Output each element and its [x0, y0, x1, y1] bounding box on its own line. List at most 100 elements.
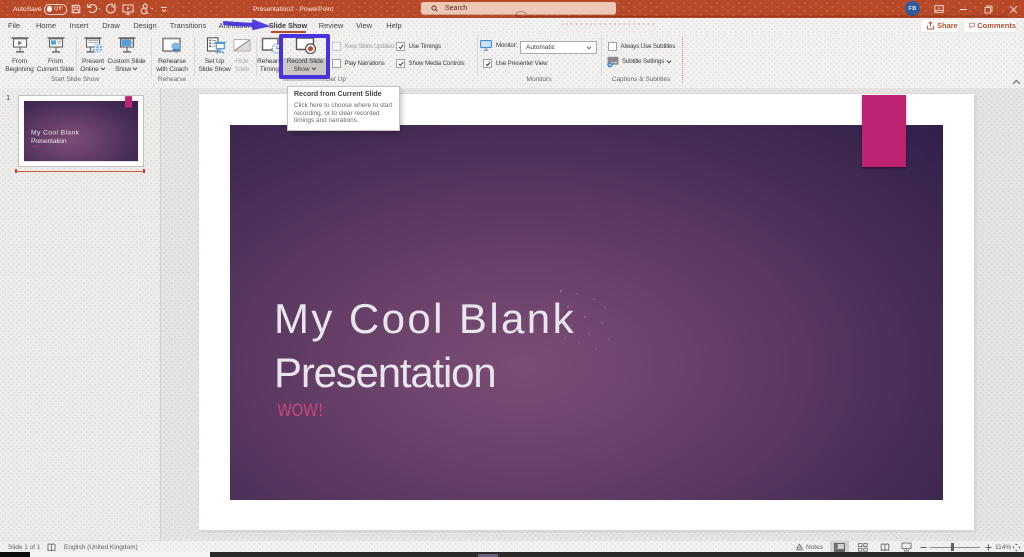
slideshow-icon	[122, 4, 134, 15]
checkbox-box	[396, 59, 405, 68]
notes-icon	[795, 543, 804, 551]
ghost-artifact-dots	[560, 22, 655, 26]
minimize-icon	[959, 5, 968, 14]
ribbon-separator	[477, 37, 478, 76]
slide-number: 1	[6, 93, 10, 102]
comments-button[interactable]: Comments	[964, 20, 1016, 32]
tab-view[interactable]: View	[356, 18, 372, 33]
chevron-down-icon	[586, 46, 592, 50]
share-button[interactable]: Share	[921, 20, 959, 32]
play-narrations-checkbox[interactable]: Play Narrations	[332, 59, 385, 68]
pen-quick-button[interactable]	[139, 0, 155, 18]
restore-button[interactable]	[977, 0, 999, 18]
fit-to-window-icon	[1012, 543, 1021, 552]
tab-draw[interactable]: Draw	[102, 18, 120, 33]
always-use-subtitles-checkbox[interactable]: Always Use Subtitles	[608, 42, 675, 51]
group-label-monitors: Monitors	[527, 76, 552, 86]
from-current-slide-icon	[43, 37, 69, 54]
workspace: 1 My Cool BlankPresentation WOW! My Cool…	[0, 88, 1024, 540]
slide-title-text[interactable]: My Cool BlankPresentation	[274, 292, 576, 399]
tab-file[interactable]: File	[8, 18, 20, 33]
ribbon-display-options-button[interactable]	[928, 0, 950, 18]
collapse-ribbon-button[interactable]	[1010, 77, 1022, 86]
slideshow-view-icon	[901, 542, 912, 552]
reading-view-icon	[880, 543, 890, 552]
monitor-dropdown[interactable]: Automatic	[520, 41, 597, 54]
undo-icon	[86, 3, 101, 15]
custom-slide-show-icon	[114, 37, 140, 54]
set-up-slide-show-icon	[202, 37, 228, 54]
slide-subtitle-text[interactable]: WOW!	[277, 401, 323, 420]
toggle-knob	[47, 6, 53, 12]
tab-insert[interactable]: Insert	[70, 18, 89, 33]
ribbon-separator	[256, 37, 257, 76]
ribbon-tab-bar: File Home Insert Draw Design Transitions…	[0, 18, 1024, 34]
autosave-text: AutoSave	[13, 6, 42, 13]
ribbon-display-options-icon	[934, 4, 944, 14]
slideshow-quick-button[interactable]	[122, 0, 134, 18]
slide-insert-indicator	[15, 171, 145, 172]
checkbox-box	[396, 42, 405, 51]
chevron-up-icon	[1012, 79, 1021, 85]
annotation-arrow	[214, 15, 276, 35]
checkbox-box	[608, 42, 617, 51]
tooltip-body: Click here to choose where to start reco…	[294, 102, 393, 125]
show-media-controls-checkbox[interactable]: Show Media Controls	[396, 59, 464, 68]
restore-icon	[984, 5, 993, 14]
taskbar-sliver	[0, 552, 1024, 557]
minus-icon	[920, 544, 927, 551]
tab-design[interactable]: Design	[133, 18, 156, 33]
zoom-slider-handle[interactable]	[951, 543, 954, 551]
annotation-highlight-rect	[279, 34, 330, 79]
subtitle-settings-button[interactable]: Subtitle Settings	[606, 57, 672, 66]
tab-home[interactable]: Home	[36, 18, 56, 33]
save-button[interactable]	[71, 0, 81, 18]
search-icon	[431, 5, 438, 12]
check-icon	[398, 61, 404, 67]
sparkle-decoration	[560, 290, 562, 292]
slide-accent-shape	[862, 95, 906, 167]
share-icon	[926, 21, 935, 30]
monitor-dropdown-value: Automatic	[526, 44, 555, 51]
tab-help[interactable]: Help	[386, 18, 401, 33]
slide-canvas[interactable]: My Cool BlankPresentation WOW!	[199, 94, 974, 530]
monitor-label: Monitor:	[496, 42, 517, 49]
check-icon	[398, 44, 404, 50]
tab-transitions[interactable]: Transitions	[170, 18, 206, 33]
group-label-rehearse: Rehearse	[158, 76, 186, 86]
rehearse-with-coach-icon	[159, 37, 185, 54]
minimize-button[interactable]	[952, 0, 974, 18]
undo-button[interactable]	[86, 0, 101, 18]
chevron-down-icon	[666, 60, 672, 64]
pen-icon	[139, 3, 155, 15]
custom-slide-show-button[interactable]: Custom SlideShow	[103, 36, 150, 85]
qat-customize-button[interactable]	[160, 0, 168, 18]
checkbox-box	[483, 59, 492, 68]
keep-slides-updated-checkbox[interactable]: Keep Slides Updated	[332, 42, 394, 51]
ribbon: FromBeginning FromCurrent Slide PresentO…	[0, 33, 1024, 89]
chevron-down-icon	[132, 67, 138, 71]
slide-thumbnail-panel: 1 My Cool BlankPresentation WOW!	[0, 88, 161, 540]
qat-more-icon	[160, 5, 168, 13]
tooltip-title: Record from Current Slide	[294, 91, 399, 98]
redo-button[interactable]	[105, 0, 117, 18]
slide-thumbnail[interactable]: My Cool BlankPresentation WOW!	[19, 96, 143, 166]
checkbox-box	[332, 42, 341, 51]
close-button[interactable]	[1002, 0, 1024, 18]
tab-review[interactable]: Review	[319, 18, 344, 33]
autosave-toggle[interactable]: Off	[44, 0, 67, 18]
search-placeholder: Search	[445, 5, 467, 12]
slide-editor-area: My Cool BlankPresentation WOW!	[161, 88, 1024, 540]
ribbon-separator	[601, 37, 602, 76]
check-icon	[485, 61, 491, 67]
autosave-state: Off	[54, 6, 62, 12]
checkbox-box	[332, 59, 341, 68]
from-beginning-icon	[7, 37, 33, 54]
use-presenter-view-checkbox[interactable]: Use Presenter View	[483, 59, 547, 68]
monitor-row: Monitor:	[480, 41, 517, 50]
subtitle-settings-icon	[606, 55, 620, 68]
use-timings-checkbox[interactable]: Use Timings	[396, 42, 441, 51]
group-label-captions: Captions & Subtitles	[612, 76, 671, 86]
group-label-start-slide-show: Start Slide Show	[51, 76, 99, 86]
ribbon-separator-dotted	[682, 37, 683, 82]
